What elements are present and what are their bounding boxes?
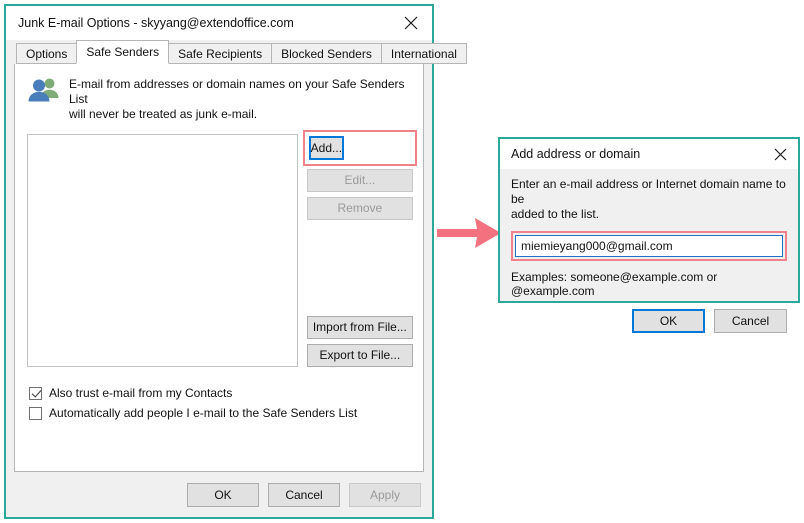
safe-senders-panel: E-mail from addresses or domain names on… [14, 63, 424, 472]
dialog-prompt: Enter an e-mail address or Internet doma… [511, 177, 787, 222]
checkbox-group: Also trust e-mail from my Contacts Autom… [15, 367, 423, 420]
add-address-dialog: Add address or domain Enter an e-mail ad… [498, 137, 800, 333]
address-input-highlight [511, 231, 787, 261]
dialog-title: Add address or domain [511, 147, 641, 161]
people-icon [28, 78, 59, 102]
dialog-titlebar: Add address or domain [500, 139, 798, 169]
info-line-2: will never be treated as junk e-mail. [69, 107, 258, 121]
dialog-ok-button[interactable]: OK [632, 309, 705, 333]
import-from-file-button[interactable]: Import from File... [306, 316, 413, 339]
tab-safe-senders[interactable]: Safe Senders [76, 40, 170, 64]
window-titlebar: Junk E-mail Options - skyyang@extendoffi… [6, 6, 432, 40]
dialog-body: Enter an e-mail address or Internet doma… [500, 169, 798, 333]
tab-safe-recipients[interactable]: Safe Recipients [168, 43, 273, 64]
info-line-1: E-mail from addresses or domain names on… [69, 77, 405, 106]
dialog-examples: Examples: someone@example.com or @exampl… [511, 270, 718, 298]
dialog-prompt-line-2: added to the list. [511, 207, 600, 221]
dialog-close-button[interactable] [762, 139, 798, 169]
remove-button: Remove [306, 197, 413, 220]
junk-email-options-window: Junk E-mail Options - skyyang@extendoffi… [4, 4, 467, 519]
trust-contacts-label: Also trust e-mail from my Contacts [49, 386, 233, 400]
cancel-button[interactable]: Cancel [268, 482, 340, 507]
dialog-footer: OK Cancel [511, 309, 787, 333]
close-icon [404, 16, 418, 30]
apply-button: Apply [349, 482, 421, 507]
close-icon [774, 148, 786, 160]
tab-options[interactable]: Options [16, 43, 78, 64]
tab-blocked-senders[interactable]: Blocked Senders [271, 43, 382, 64]
dialog-prompt-line-1: Enter an e-mail address or Internet doma… [511, 177, 786, 206]
ok-button[interactable]: OK [187, 482, 259, 507]
address-input[interactable] [515, 235, 783, 257]
auto-add-label: Automatically add people I e-mail to the… [49, 406, 358, 420]
side-button-spacer [307, 220, 413, 316]
trust-contacts-checkbox-row[interactable]: Also trust e-mail from my Contacts [29, 386, 423, 400]
trust-contacts-checkbox[interactable] [29, 386, 42, 400]
export-to-file-button[interactable]: Export to File... [306, 344, 413, 367]
tab-international[interactable]: International [380, 43, 467, 64]
window-footer: OK Cancel Apply [6, 472, 432, 517]
info-text-block: E-mail from addresses or domain names on… [69, 76, 413, 122]
edit-button: Edit... [306, 169, 413, 192]
window-title: Junk E-mail Options - skyyang@extendoffi… [18, 16, 294, 30]
dialog-cancel-button[interactable]: Cancel [714, 309, 787, 333]
safe-senders-body: Add... Edit... Remove Import from File..… [15, 128, 423, 367]
safe-senders-listbox[interactable] [27, 134, 298, 367]
close-button[interactable] [390, 6, 432, 40]
info-banner: E-mail from addresses or domain names on… [15, 64, 423, 128]
auto-add-checkbox[interactable] [29, 406, 42, 420]
add-button-highlight: Add... [302, 130, 417, 166]
add-button[interactable]: Add... [308, 136, 345, 160]
side-button-column: Add... Edit... Remove Import from File..… [302, 130, 417, 367]
tab-strip: Options Safe Senders Safe Recipients Blo… [6, 40, 467, 64]
flow-arrow [437, 218, 501, 248]
auto-add-checkbox-row[interactable]: Automatically add people I e-mail to the… [29, 406, 423, 420]
